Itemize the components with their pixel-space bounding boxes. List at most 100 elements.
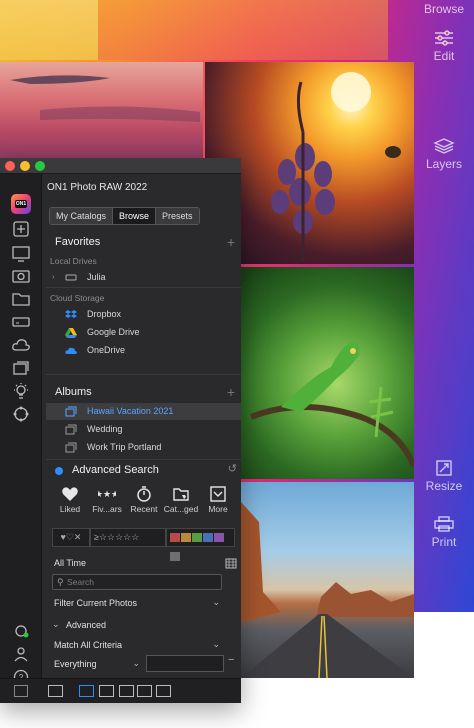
tool-edit-label: Edit (433, 49, 455, 63)
criteria-value-field[interactable] (146, 655, 224, 672)
photo-desert-road[interactable] (241, 482, 414, 678)
five-stars-button[interactable]: ★★★ Fiv...ars (89, 486, 125, 514)
tab-presets[interactable]: Presets (156, 208, 199, 224)
album-item[interactable]: Hawaii Vacation 2021 (46, 403, 241, 420)
tag-folder-icon (173, 488, 189, 501)
chevron-down-icon: ⌄ (52, 619, 60, 629)
close-window-button[interactable] (5, 161, 15, 171)
filmstrip-icon[interactable] (48, 685, 63, 697)
google-drive-icon (65, 328, 77, 338)
tool-resize[interactable]: Resize (414, 460, 474, 493)
add-album-icon[interactable]: + (227, 384, 235, 400)
display-icon[interactable] (11, 245, 31, 263)
smart-album-icon[interactable] (11, 382, 31, 400)
color-swatch[interactable] (192, 533, 202, 542)
tool-print-label: Print (431, 535, 457, 549)
left-icon-bar: ? (0, 174, 42, 703)
screenshot-stage: Browse Edit Layers Resize Print ON1 ON1 … (0, 0, 474, 728)
drive-icon[interactable] (11, 313, 31, 331)
onedrive-icon (65, 347, 77, 354)
more-icon (210, 486, 226, 502)
user-icon[interactable] (11, 645, 31, 663)
albums-header[interactable]: Albums + (42, 382, 241, 404)
match-criteria-dropdown[interactable]: Match All Criteria ⌄ (52, 637, 222, 654)
detail-view-icon[interactable] (99, 685, 114, 697)
photo-green-lizard[interactable] (241, 267, 414, 479)
album-item[interactable]: Wedding (46, 421, 241, 438)
resize-icon (436, 460, 452, 476)
albums-icon[interactable] (11, 359, 31, 377)
search-icon: ⚲ (57, 577, 64, 587)
app-title: ON1 Photo RAW 2022 (47, 182, 148, 193)
photo-sunset-sky[interactable] (0, 62, 203, 160)
tool-browse-label: Browse (423, 2, 464, 16)
chevron-down-icon: ⌄ (212, 597, 220, 607)
tool-browse[interactable]: Browse (414, 2, 474, 16)
window-titlebar (0, 158, 241, 174)
filter-current-photos-dropdown[interactable]: Filter Current Photos ⌄ (52, 595, 222, 612)
color-swatch[interactable] (203, 533, 213, 542)
stars-icon: ★★★ (98, 490, 116, 500)
advanced-toggle[interactable]: Advanced ⌄ (52, 617, 222, 634)
grid-view-icon[interactable] (79, 685, 94, 697)
tab-browse[interactable]: Browse (113, 208, 157, 224)
add-folder-icon[interactable] (11, 221, 31, 239)
filmstrip-view-icon[interactable] (119, 685, 134, 697)
divider (46, 459, 241, 460)
map-view-icon[interactable] (156, 685, 171, 697)
dropbox-icon (65, 310, 77, 318)
cloud-icon[interactable] (11, 336, 31, 354)
favorite-item-google-drive[interactable]: Google Drive (46, 324, 241, 341)
browse-panel: ON1 Photo RAW 2022 My Catalogs Browse Pr… (42, 174, 241, 703)
advanced-search-indicator (55, 467, 63, 475)
tool-resize-label: Resize (425, 479, 463, 493)
remove-criteria-button[interactable]: − (228, 654, 234, 666)
categorized-button[interactable]: Cat...ged (163, 486, 199, 514)
calendar-icon[interactable] (225, 557, 237, 569)
favorites-title: Favorites (55, 236, 101, 248)
tab-my-catalogs[interactable]: My Catalogs (50, 208, 114, 224)
reset-icon[interactable]: ↺ (228, 462, 237, 475)
color-label-filter[interactable] (166, 528, 235, 561)
divider (46, 374, 241, 375)
folder-search-icon[interactable] (11, 290, 31, 308)
album-icon (65, 406, 77, 417)
search-field[interactable]: ⚲ (52, 574, 222, 590)
right-toolbar: Browse Edit Layers Resize Print (414, 0, 474, 612)
network-icon[interactable] (11, 405, 31, 423)
chevron-down-icon: ⌄ (212, 639, 220, 649)
star-rating-filter[interactable]: ≥☆☆☆☆☆ (90, 528, 166, 547)
svg-text:★★★: ★★★ (98, 490, 116, 500)
zoom-window-button[interactable] (35, 161, 45, 171)
add-favorite-icon[interactable]: + (227, 234, 235, 250)
time-filter-dropdown[interactable]: All Time (52, 555, 222, 572)
search-input[interactable] (67, 576, 217, 588)
color-swatch[interactable] (181, 533, 191, 542)
color-swatch[interactable] (214, 533, 224, 542)
criteria-field-dropdown[interactable]: Everything ⌄ (52, 656, 142, 673)
compare-view-icon[interactable] (137, 685, 152, 697)
favorite-item-dropbox[interactable]: Dropbox (46, 306, 241, 323)
minimize-window-button[interactable] (20, 161, 30, 171)
favorite-item-julia[interactable]: › Julia (46, 269, 241, 286)
tool-layers[interactable]: Layers (414, 138, 474, 171)
more-button[interactable]: More (200, 486, 236, 514)
rating-filter-row: ♥♡✕ ≥☆☆☆☆☆ (52, 528, 235, 561)
favorite-item-onedrive[interactable]: OneDrive (46, 342, 241, 359)
background-photo-tile (0, 0, 98, 60)
background-photo-tile (98, 0, 388, 60)
sync-icon[interactable] (11, 622, 31, 640)
favorites-header[interactable]: Favorites + (42, 232, 241, 254)
chevron-right-icon[interactable]: › (52, 272, 55, 281)
camera-icon[interactable] (11, 267, 31, 285)
panel-toggle-icon[interactable] (14, 685, 28, 697)
liked-button[interactable]: Liked (52, 486, 88, 514)
tool-print[interactable]: Print (414, 516, 474, 549)
print-icon (434, 516, 454, 532)
recent-button[interactable]: Recent (126, 486, 162, 514)
like-filter[interactable]: ♥♡✕ (52, 528, 90, 547)
tool-edit[interactable]: Edit (414, 30, 474, 63)
color-swatch[interactable] (170, 533, 180, 542)
stopwatch-icon (137, 486, 151, 502)
album-item[interactable]: Work Trip Portland (46, 439, 241, 456)
